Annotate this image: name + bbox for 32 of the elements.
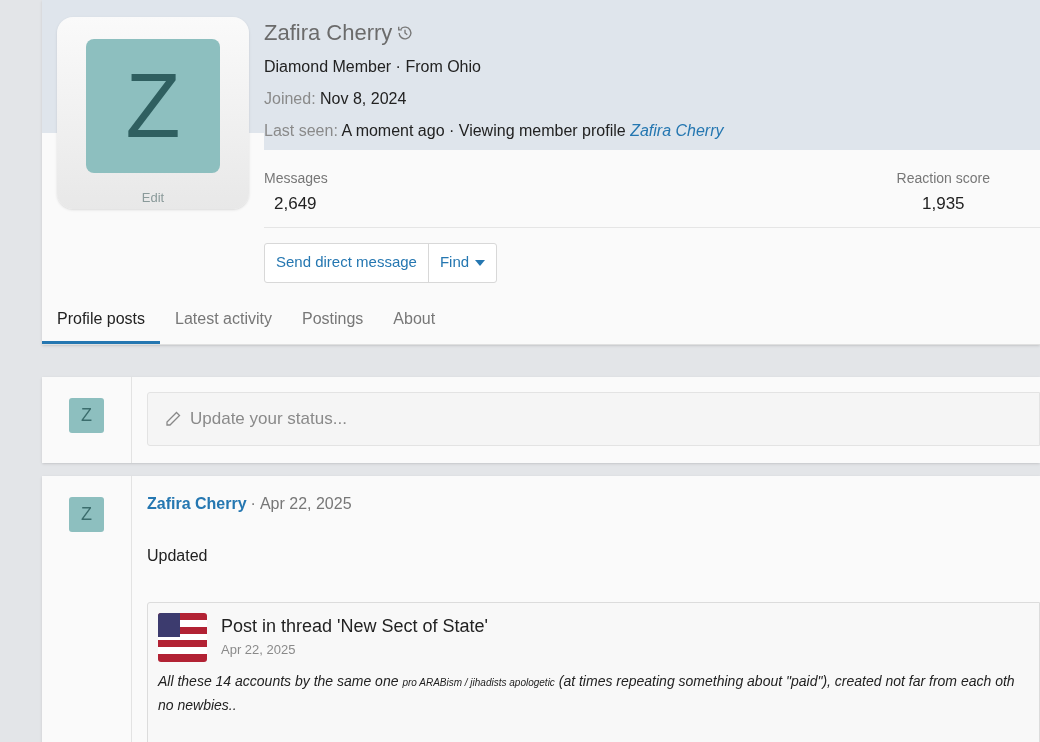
post-date: Apr 22, 2025 <box>259 494 352 512</box>
member-title: Diamond Member · From Ohio <box>264 57 482 77</box>
stat-value: 1,935 <box>921 193 966 215</box>
last-seen-text: A moment ago · Viewing member profile <box>341 122 626 139</box>
embedded-date: Apr 22, 2025 <box>221 640 297 659</box>
user-avatar[interactable]: Z <box>69 397 104 433</box>
edit-label[interactable]: Edit <box>141 187 165 207</box>
profile-tab[interactable]: Latest activity <box>160 296 287 344</box>
joined-date: Nov 8, 2024 <box>320 90 407 107</box>
member-link[interactable]: Zafira Cherry <box>630 122 724 139</box>
profile-tab[interactable]: Profile posts <box>42 296 161 344</box>
username: Zafira Cherry <box>264 19 393 47</box>
stat-label: Messages <box>264 169 329 188</box>
profile-tab[interactable]: About <box>378 296 451 344</box>
profile-avatar[interactable]: Z Edit <box>57 17 249 209</box>
status-field[interactable]: Update your status... <box>190 405 790 432</box>
stat-value: 2,649 <box>273 193 318 215</box>
stat-label: Reaction score <box>896 169 990 188</box>
thread-title[interactable]: Post in thread 'New Sect of State' <box>221 612 488 640</box>
separator: · <box>249 494 257 512</box>
status-input[interactable]: Update your status... <box>147 391 1040 446</box>
author-link[interactable]: Zafira Cherry <box>147 494 247 512</box>
post-body: Updated <box>147 545 209 566</box>
profile-tab[interactable]: Postings <box>287 296 379 344</box>
pencil-icon <box>164 409 182 428</box>
joined-label: Joined: <box>264 90 316 107</box>
last-seen-label: Last seen: <box>264 122 338 139</box>
message-button[interactable]: Send direct message <box>265 243 428 282</box>
flag-picture <box>158 612 207 662</box>
user-avatar[interactable]: Z <box>69 496 104 532</box>
find-dropdown[interactable]: Find <box>427 243 497 282</box>
quoted-text: All these 14 accounts by the same one pro ARABism / jihadists apologetic (at times repeating something about "paid"), created not far from each oth no newbies.. <box>158 671 1016 715</box>
